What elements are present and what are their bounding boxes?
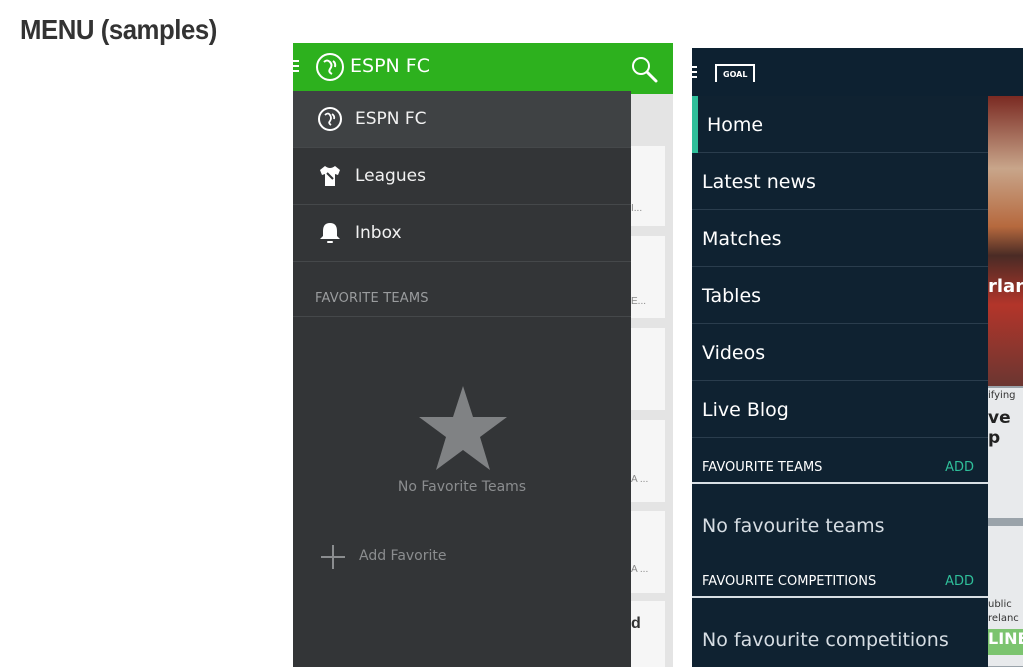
espn-sample-screen: I... E... A ... A ... d ESPN FC ESPN FC — [293, 43, 673, 667]
drawer-item-label: Matches — [702, 228, 782, 250]
empty-favourite-competitions-text: No favourite competitions — [702, 629, 949, 651]
drawer-item-home[interactable]: Home — [692, 96, 988, 153]
section-header-favorite-teams: FAVORITE TEAMS — [315, 291, 429, 306]
goal-bg-snippet: LINE — [988, 629, 1023, 655]
search-icon[interactable] — [629, 54, 659, 84]
active-item-indicator — [692, 96, 698, 153]
espn-app-bar: ESPN FC — [293, 43, 673, 91]
drawer-item-latest-news[interactable]: Latest news — [692, 153, 988, 210]
drawer-item-label: Home — [707, 114, 764, 136]
espn-background-content: I... E... A ... A ... d — [631, 91, 673, 667]
jersey-icon — [320, 166, 340, 186]
hamburger-menu-icon[interactable] — [293, 60, 299, 74]
section-header-favourite-competitions: FAVOURITE COMPETITIONS — [702, 574, 877, 589]
drawer-item-videos[interactable]: Videos — [692, 324, 988, 381]
plus-icon — [321, 545, 345, 569]
drawer-item-label: ESPN FC — [355, 109, 427, 129]
drawer-item-label: Leagues — [355, 166, 426, 186]
drawer-item-label: Tables — [702, 285, 762, 307]
espn-bg-snippet: A ... — [631, 564, 649, 575]
drawer-item-leagues[interactable]: Leagues — [293, 148, 631, 205]
star-icon — [419, 386, 507, 470]
drawer-item-matches[interactable]: Matches — [692, 210, 988, 267]
drawer-item-label: Latest news — [702, 171, 816, 193]
espn-bg-snippet: d — [631, 615, 641, 632]
espn-bg-snippet: I... — [631, 203, 643, 214]
drawer-item-label: Inbox — [355, 223, 402, 243]
empty-favourite-teams-text: No favourite teams — [702, 515, 885, 537]
drawer-item-tables[interactable]: Tables — [692, 267, 988, 324]
goal-sample-screen: rlan ifying ve p ublic relanc LINE GOAL … — [692, 48, 1023, 667]
goal-bg-snippet: relanc — [988, 613, 1019, 624]
hamburger-menu-icon[interactable] — [692, 66, 697, 80]
goal-bg-snippet: ve p — [988, 408, 1011, 448]
espn-bg-snippet: A ... — [631, 474, 649, 485]
empty-favorites-text: No Favorite Teams — [397, 479, 527, 495]
background-photo — [988, 96, 1023, 386]
drawer-item-inbox[interactable]: Inbox — [293, 205, 631, 262]
add-favourite-competition-button[interactable]: ADD — [945, 574, 974, 589]
section-divider — [692, 596, 988, 598]
espn-fc-logo-icon — [316, 53, 344, 81]
goal-bg-snippet: rlan — [988, 276, 1023, 297]
goal-logo: GOAL — [715, 64, 755, 82]
espn-tab-indicator — [631, 91, 673, 94]
add-favorite-button[interactable]: Add Favorite — [320, 542, 620, 572]
goal-app-bar: GOAL — [692, 48, 1023, 96]
bell-icon — [320, 223, 340, 243]
espn-fc-ball-icon — [318, 107, 342, 131]
goal-background-content: rlan ifying ve p ublic relanc LINE — [988, 96, 1023, 667]
espn-bg-snippet: E... — [631, 296, 647, 307]
section-divider — [293, 316, 631, 317]
drawer-item-label: Live Blog — [702, 399, 789, 421]
goal-navigation-drawer: Home Latest news Matches Tables Videos L… — [692, 96, 988, 667]
goal-bg-snippet: ifying — [988, 390, 1016, 401]
section-divider — [692, 482, 988, 484]
section-header-favourite-teams: FAVOURITE TEAMS — [702, 460, 823, 475]
espn-navigation-drawer: ESPN FC Leagues Inbox FAVORITE TEAMS No … — [293, 91, 631, 667]
drawer-item-label: Videos — [702, 342, 766, 364]
drawer-item-espn-fc[interactable]: ESPN FC — [293, 91, 631, 148]
page-heading: MENU (samples) — [20, 14, 217, 45]
app-title: ESPN FC — [350, 55, 430, 77]
add-favorite-label: Add Favorite — [359, 548, 447, 564]
goal-logo-text: GOAL — [723, 70, 748, 79]
drawer-item-live-blog[interactable]: Live Blog — [692, 381, 988, 438]
add-favourite-team-button[interactable]: ADD — [945, 460, 974, 475]
goal-bg-snippet: ublic — [988, 599, 1012, 610]
